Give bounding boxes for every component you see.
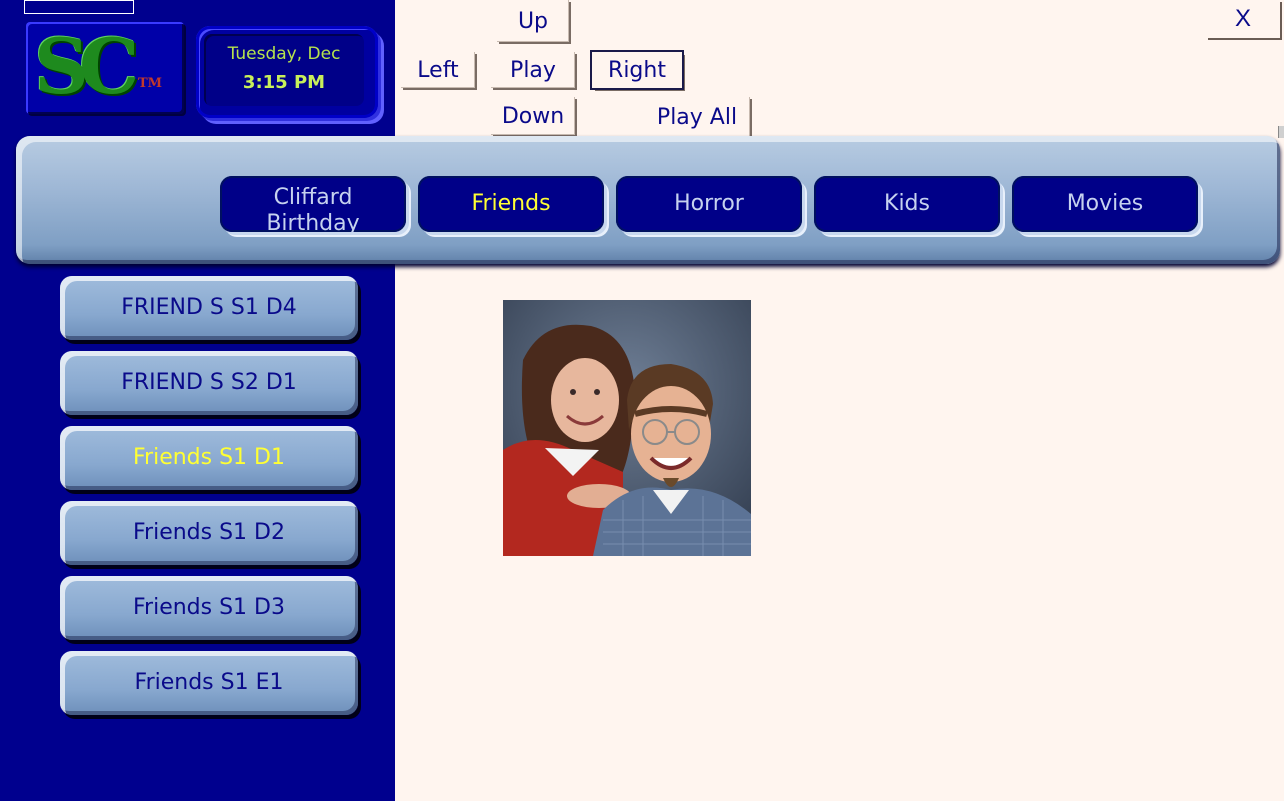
logo-trademark: TM bbox=[138, 76, 163, 91]
sidebar: SC TM Tuesday, Dec 3:15 PM FRIEND S S1 D… bbox=[0, 0, 395, 801]
clock-display: Tuesday, Dec 3:15 PM bbox=[204, 34, 364, 106]
category-label: Movies bbox=[1066, 190, 1144, 216]
category-cliffard-birthday[interactable]: Cliffard Birthday bbox=[220, 176, 406, 232]
window-outline bbox=[24, 0, 134, 14]
up-button[interactable]: Up bbox=[497, 0, 569, 42]
close-button[interactable]: X bbox=[1206, 0, 1280, 38]
category-label: Kids bbox=[884, 190, 930, 216]
category-kids[interactable]: Kids bbox=[814, 176, 1000, 232]
list-item-friends-s1-e1[interactable]: Friends S1 E1 bbox=[60, 651, 358, 715]
category-friends[interactable]: Friends bbox=[418, 176, 604, 232]
play-button[interactable]: Play bbox=[491, 52, 575, 88]
logo: SC TM bbox=[26, 22, 184, 114]
list-item-friends-s2-d1[interactable]: FRIEND S S2 D1 bbox=[60, 351, 358, 415]
clock-time: 3:15 PM bbox=[242, 72, 326, 93]
portrait-image bbox=[503, 300, 751, 556]
category-label: Friends bbox=[471, 190, 551, 216]
left-button[interactable]: Left bbox=[401, 52, 475, 88]
list-item-friends-s1-d4[interactable]: FRIEND S S1 D4 bbox=[60, 276, 358, 340]
list-item-friends-s1-d2[interactable]: Friends S1 D2 bbox=[60, 501, 358, 565]
play-all-button[interactable]: Play All bbox=[644, 97, 750, 137]
clock-panel: Tuesday, Dec 3:15 PM bbox=[196, 26, 378, 118]
category-label: Horror bbox=[674, 190, 744, 216]
category-horror[interactable]: Horror bbox=[616, 176, 802, 232]
category-movies[interactable]: Movies bbox=[1012, 176, 1198, 232]
category-label: Cliffard Birthday bbox=[266, 184, 360, 232]
category-bar: Cliffard Birthday Friends Horror Kids Mo… bbox=[16, 136, 1280, 264]
down-button[interactable]: Down bbox=[491, 97, 575, 135]
list-item-friends-s1-d1[interactable]: Friends S1 D1 bbox=[60, 426, 358, 490]
scrollbar-stub bbox=[1278, 126, 1284, 138]
list-item-friends-s1-d3[interactable]: Friends S1 D3 bbox=[60, 576, 358, 640]
right-button[interactable]: Right bbox=[592, 52, 682, 88]
clock-date: Tuesday, Dec bbox=[227, 44, 341, 64]
logo-text: SC bbox=[34, 22, 139, 111]
cover-photo bbox=[503, 300, 751, 556]
